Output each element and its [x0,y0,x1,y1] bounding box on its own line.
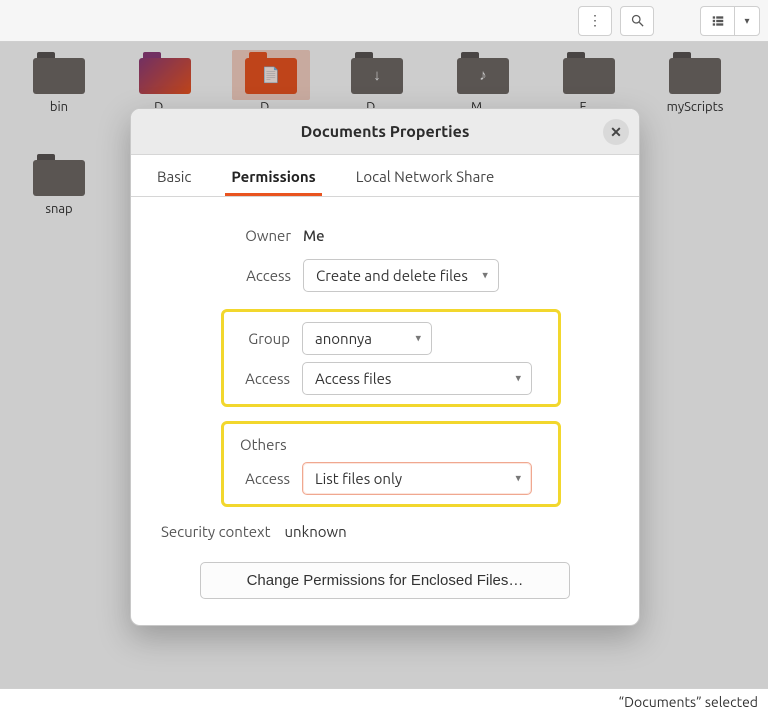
tab-permissions[interactable]: Permissions [225,158,321,196]
folder-item[interactable]: snap [14,154,104,250]
tab-basic[interactable]: Basic [151,158,197,196]
folder-icon [139,52,191,94]
group-access-combo[interactable]: Access files ▾ [302,362,532,395]
group-access-value: Access files [315,370,391,387]
folder-label: bin [50,100,68,114]
others-access-combo[interactable]: List files only ▾ [302,462,532,495]
folder-label: myScripts [667,100,724,114]
dialog-body: Owner Me Access Create and delete files … [131,197,639,625]
chevron-down-icon: ▾ [744,15,749,27]
folder-item[interactable]: P… [756,52,768,148]
chevron-down-icon: ▾ [515,472,521,485]
others-label: Others [234,436,290,453]
folder-item[interactable]: myScripts [650,52,740,148]
toolbar: ⋮ ▾ [0,0,768,42]
change-enclosed-button[interactable]: Change Permissions for Enclosed Files… [200,562,570,599]
dialog-title: Documents Properties [301,123,470,141]
chevron-down-icon: ▾ [482,269,488,282]
view-switcher: ▾ [700,6,760,36]
menu-button[interactable]: ⋮ [578,6,612,36]
group-label: Group [234,330,290,347]
statusbar-text: “Documents” selected [619,694,758,710]
folder-icon [669,52,721,94]
dialog-titlebar: Documents Properties ✕ [131,109,639,155]
properties-dialog: Documents Properties ✕ Basic Permissions… [130,108,640,626]
owner-value: Me [303,227,325,244]
others-access-value: List files only [315,470,402,487]
others-highlight: Others Access List files only ▾ [221,421,561,507]
close-button[interactable]: ✕ [603,119,629,145]
folder-icon: ↓ [351,52,403,94]
list-icon [711,14,725,28]
tabstrip: Basic Permissions Local Network Share [131,155,639,197]
owner-label: Owner [231,227,291,244]
group-access-label: Access [234,370,290,387]
security-context-label: Security context [161,523,270,540]
chevron-down-icon: ▾ [415,332,421,345]
security-context-value: unknown [284,523,346,540]
folder-icon [33,52,85,94]
search-button[interactable] [620,6,654,36]
owner-access-combo[interactable]: Create and delete files ▾ [303,259,499,292]
tab-local-network-share[interactable]: Local Network Share [350,158,501,196]
group-highlight: Group anonnya ▾ Access Access files ▾ [221,309,561,407]
close-icon: ✕ [610,124,622,141]
folder-icon: 📄 [245,52,297,94]
folder-icon: ♪ [457,52,509,94]
folder-icon [563,52,615,94]
folder-label: snap [45,202,72,216]
folder-icon [33,154,85,196]
group-value: anonnya [315,330,372,347]
search-icon [630,13,645,28]
owner-access-value: Create and delete files [316,267,468,284]
group-combo[interactable]: anonnya ▾ [302,322,432,355]
list-view-button[interactable] [700,6,734,36]
view-dropdown-button[interactable]: ▾ [734,6,760,36]
kebab-icon: ⋮ [588,12,602,29]
chevron-down-icon: ▾ [515,372,521,385]
statusbar: “Documents” selected [0,688,768,714]
others-access-label: Access [234,470,290,487]
owner-access-label: Access [231,267,291,284]
folder-item[interactable]: bin [14,52,104,148]
